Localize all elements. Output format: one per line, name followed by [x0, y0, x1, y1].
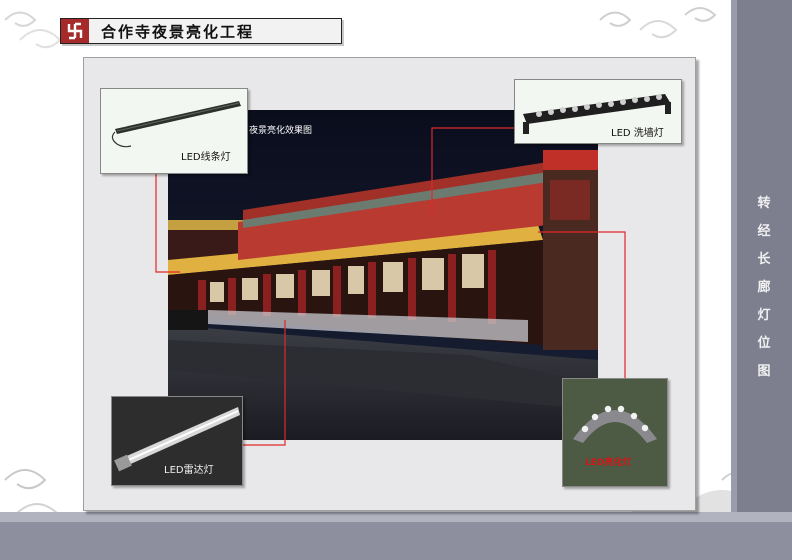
- leader-line-arc-light: [538, 231, 626, 378]
- product-inset-led-linear: LED线条灯: [100, 88, 248, 174]
- led-arc-light-icon: [563, 379, 667, 486]
- product-label: LED雷达灯: [164, 465, 214, 476]
- product-label: LED 洗墙灯: [611, 128, 664, 139]
- product-inset-led-arc: LED亮化灯: [562, 378, 668, 487]
- product-inset-led-radar: LED雷达灯: [111, 396, 243, 486]
- leader-line-linear-light: [155, 172, 180, 273]
- leader-line-radar-light: [241, 320, 286, 446]
- product-inset-led-wall-washer: LED 洗墙灯: [514, 79, 682, 144]
- leader-line-wall-washer: [431, 127, 517, 215]
- product-label: LED线条灯: [181, 152, 231, 163]
- product-label: LED亮化灯: [585, 458, 632, 468]
